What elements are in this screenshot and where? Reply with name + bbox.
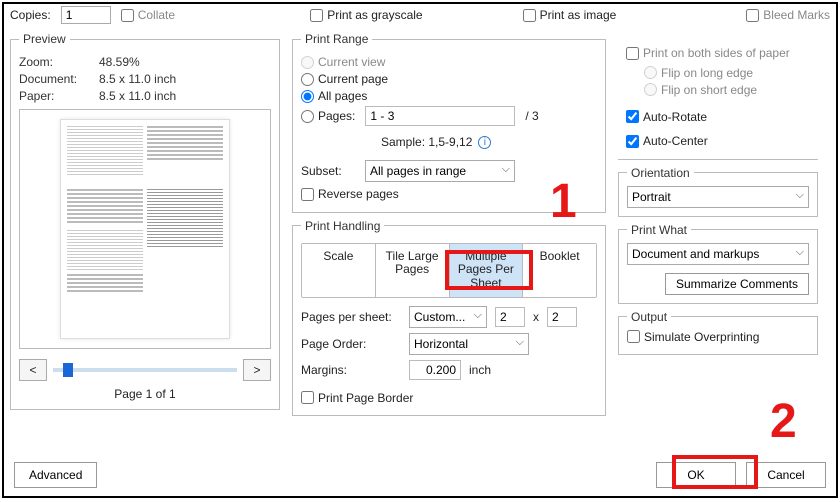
advanced-button[interactable]: Advanced	[14, 462, 97, 488]
subset-select[interactable]: All pages in range	[365, 160, 515, 182]
page-order-label: Page Order:	[301, 337, 401, 351]
pps-mode-select[interactable]: Custom...	[409, 306, 487, 328]
paper-label: Paper:	[19, 89, 89, 103]
margins-input[interactable]	[409, 360, 461, 380]
ok-button[interactable]: OK	[656, 462, 736, 488]
copies-label: Copies:	[10, 8, 51, 22]
auto-rotate-label: Auto-Rotate	[643, 110, 707, 124]
pps-label: Pages per sheet:	[301, 310, 401, 324]
flip-short-label: Flip on short edge	[661, 83, 757, 97]
print-what-group: Print What Document and markups Summariz…	[618, 223, 818, 304]
simulate-overprinting-label: Simulate Overprinting	[644, 330, 759, 344]
print-handling-group: Print Handling Scale Tile Large Pages Mu…	[292, 219, 606, 417]
preview-canvas	[19, 109, 271, 349]
pages-label: Pages:	[318, 109, 355, 123]
tab-multiple[interactable]: Multiple Pages Per Sheet	[450, 244, 524, 297]
orientation-group: Orientation Portrait	[618, 166, 818, 217]
print-what-select[interactable]: Document and markups	[627, 243, 809, 265]
grayscale-label: Print as grayscale	[327, 8, 422, 22]
pages-radio[interactable]	[301, 110, 314, 123]
simulate-overprinting-checkbox[interactable]	[627, 330, 640, 343]
pps-rows-input[interactable]	[547, 307, 577, 327]
all-pages-label: All pages	[318, 89, 367, 103]
orientation-select[interactable]: Portrait	[627, 186, 809, 208]
prev-page-button[interactable]: <	[19, 359, 47, 381]
output-group: Output Simulate Overprinting	[618, 310, 818, 356]
current-page-radio[interactable]	[301, 73, 314, 86]
next-page-button[interactable]: >	[243, 359, 271, 381]
print-as-image-checkbox[interactable]	[523, 9, 536, 22]
bleed-marks-checkbox[interactable]	[746, 9, 759, 22]
print-as-image-label: Print as image	[540, 8, 617, 22]
output-legend: Output	[627, 310, 671, 324]
flip-long-radio	[644, 66, 657, 79]
zoom-slider[interactable]	[53, 368, 237, 372]
both-sides-checkbox[interactable]	[626, 47, 639, 60]
margins-label: Margins:	[301, 363, 401, 377]
auto-center-checkbox[interactable]	[626, 135, 639, 148]
current-view-label: Current view	[318, 55, 385, 69]
duplex-group: Print on both sides of paper Flip on lon…	[618, 32, 818, 160]
all-pages-radio[interactable]	[301, 90, 314, 103]
bleed-marks-label: Bleed Marks	[763, 8, 830, 22]
summarize-comments-button[interactable]: Summarize Comments	[665, 273, 809, 295]
zoom-value: 48.59%	[99, 55, 140, 69]
collate-checkbox[interactable]	[121, 9, 134, 22]
handling-tabs: Scale Tile Large Pages Multiple Pages Pe…	[301, 243, 597, 298]
print-range-legend: Print Range	[301, 32, 372, 46]
cancel-button[interactable]: Cancel	[746, 462, 826, 488]
zoom-label: Zoom:	[19, 55, 89, 69]
print-range-group: Print Range Current view Current page Al…	[292, 32, 606, 213]
auto-center-label: Auto-Center	[643, 134, 708, 148]
document-label: Document:	[19, 72, 89, 86]
copies-input[interactable]	[61, 6, 111, 24]
subset-label: Subset:	[301, 164, 357, 178]
flip-long-label: Flip on long edge	[661, 66, 753, 80]
sample-label: Sample: 1,5-9,12	[381, 135, 472, 149]
tab-tile[interactable]: Tile Large Pages	[376, 244, 450, 297]
collate-label: Collate	[138, 8, 175, 22]
paper-value: 8.5 x 11.0 inch	[99, 89, 176, 103]
orientation-legend: Orientation	[627, 166, 694, 180]
preview-group: Preview Zoom: 48.59% Document: 8.5 x 11.0 …	[10, 32, 280, 410]
info-icon[interactable]: i	[478, 136, 491, 149]
margins-unit: inch	[469, 363, 491, 377]
pps-x: x	[533, 310, 539, 324]
preview-legend: Preview	[19, 32, 70, 46]
auto-rotate-checkbox[interactable]	[626, 110, 639, 123]
current-page-label: Current page	[318, 72, 388, 86]
pps-cols-input[interactable]	[495, 307, 525, 327]
print-page-border-checkbox[interactable]	[301, 391, 314, 404]
grayscale-checkbox[interactable]	[310, 9, 323, 22]
pages-input[interactable]	[365, 106, 515, 126]
document-value: 8.5 x 11.0 inch	[99, 72, 176, 86]
reverse-pages-checkbox[interactable]	[301, 188, 314, 201]
reverse-pages-label: Reverse pages	[318, 187, 399, 201]
pages-total: / 3	[525, 109, 538, 123]
tab-scale[interactable]: Scale	[302, 244, 376, 297]
tab-booklet[interactable]: Booklet	[523, 244, 596, 297]
flip-short-radio	[644, 83, 657, 96]
print-handling-legend: Print Handling	[301, 219, 384, 233]
page-status: Page 1 of 1	[19, 387, 271, 401]
print-page-border-label: Print Page Border	[318, 391, 413, 405]
page-order-select[interactable]: Horizontal	[409, 333, 529, 355]
both-sides-label: Print on both sides of paper	[643, 46, 790, 60]
print-what-legend: Print What	[627, 223, 691, 237]
current-view-radio	[301, 56, 314, 69]
